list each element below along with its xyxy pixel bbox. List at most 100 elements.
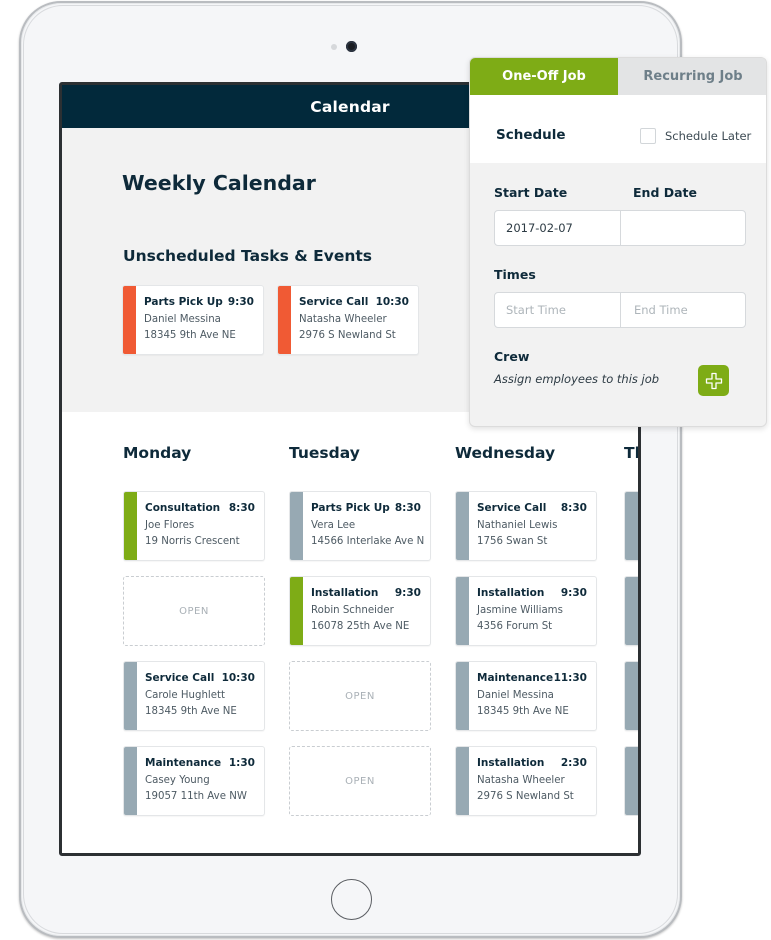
customer-name: Daniel Messina — [477, 690, 554, 701]
job-type: Service Call — [477, 502, 547, 514]
open-slot[interactable]: OPEN — [289, 746, 431, 816]
job-type: Parts Pick Up — [144, 296, 223, 308]
tab-recurring-job[interactable]: Recurring Job — [618, 58, 766, 95]
job-card-header: Installation 9:30 — [477, 586, 587, 600]
status-stripe — [456, 747, 469, 815]
status-stripe — [124, 662, 137, 730]
schedule-later-option[interactable]: Schedule Later — [640, 128, 751, 144]
camera-sensor-icon — [331, 44, 337, 50]
job-card-body: Installation 9:30 Jasmine Williams 4356 For… — [477, 586, 587, 635]
page-title: Weekly Calendar — [122, 171, 316, 195]
job-card-body: Service Call 8:30 Nathaniel Lewis 1756 Swan… — [477, 501, 587, 550]
times-label: Times — [494, 267, 536, 282]
customer-name: Natasha Wheeler — [299, 314, 387, 325]
job-time: 9:30 — [227, 296, 254, 308]
customer-name: Robin Schneider — [311, 605, 394, 616]
job-card-header: Service Call 8:30 — [477, 501, 587, 515]
customer-name: Natasha Wheeler — [477, 775, 565, 786]
job-panel: One-Off Job Recurring Job Schedule Sched… — [469, 57, 767, 427]
customer-name: Carole Hughlett — [145, 690, 226, 701]
job-card-body: Service Call 10:30 Carole Hughlett 18345 9t… — [145, 671, 255, 720]
job-card-header: Service Call 10:30 — [145, 671, 255, 685]
job-type: Service Call — [145, 672, 215, 684]
day-column: Th — [624, 444, 638, 816]
job-card[interactable]: Maintenance 1:30 Casey Young 19057 11th Ave… — [123, 746, 265, 816]
status-stripe — [456, 662, 469, 730]
customer-address: 19057 11th Ave NW — [145, 791, 247, 802]
job-time: 11:30 — [553, 672, 587, 684]
job-card-body: Installation 9:30 Robin Schneider 16078 25t… — [311, 586, 421, 635]
unscheduled-title: Unscheduled Tasks & Events — [123, 247, 373, 265]
job-time: 2:30 — [560, 757, 587, 769]
job-card-body: Maintenance 1:30 Casey Young 19057 11th Ave… — [145, 756, 255, 805]
job-card[interactable]: Consultation 8:30 Joe Flores 19 Norris Cres… — [123, 491, 265, 561]
job-card-body: Maintenance 11:30 Daniel Messina 18345 9th … — [477, 671, 587, 720]
job-card[interactable]: Installation 2:30 Natasha Wheeler 2976 S Ne… — [455, 746, 597, 816]
job-card-header: Consultation 8:30 — [145, 501, 255, 515]
day-column: Monday Consultation 8:30 Joe Flores 19 Norri… — [123, 444, 265, 816]
status-stripe — [625, 747, 638, 815]
status-stripe — [456, 577, 469, 645]
day-column: Tuesday Parts Pick Up 8:30 Vera Lee 14566 In… — [289, 444, 431, 816]
job-card[interactable]: Service Call 10:30 Natasha Wheeler 2976 S N… — [277, 285, 419, 355]
status-stripe — [625, 662, 638, 730]
job-type: Service Call — [299, 296, 369, 308]
job-card-body: Consultation 8:30 Joe Flores 19 Norris Cres… — [145, 501, 255, 550]
job-card[interactable]: Service Call 10:30 Carole Hughlett 18345 9t… — [123, 661, 265, 731]
camera-icon — [346, 41, 357, 52]
job-card[interactable] — [624, 576, 638, 646]
day-slots — [624, 491, 638, 816]
schedule-later-checkbox[interactable] — [640, 128, 656, 144]
day-name: Tuesday — [289, 444, 360, 462]
end-date-input[interactable] — [620, 211, 745, 245]
job-type: Installation — [477, 587, 545, 599]
schedule-row: Schedule Schedule Later — [470, 95, 766, 163]
job-time: 8:30 — [560, 502, 587, 514]
start-time-input[interactable] — [495, 293, 620, 327]
customer-address: 18345 9th Ave NE — [144, 330, 236, 341]
job-card[interactable]: Installation 9:30 Jasmine Williams 4356 For… — [455, 576, 597, 646]
plus-icon — [705, 372, 722, 389]
customer-name: Joe Flores — [145, 520, 195, 531]
header-title: Calendar — [310, 97, 390, 116]
add-crew-button[interactable] — [698, 365, 729, 396]
day-name: Wednesday — [455, 444, 556, 462]
job-card[interactable] — [624, 661, 638, 731]
schedule-label: Schedule — [496, 127, 566, 143]
day-column: Wednesday Service Call 8:30 Nathaniel Lewis… — [455, 444, 597, 816]
crew-label: Crew — [494, 349, 530, 364]
job-time: 8:30 — [394, 502, 421, 514]
job-card[interactable]: Service Call 8:30 Nathaniel Lewis 1756 Swan… — [455, 491, 597, 561]
open-slot[interactable]: OPEN — [123, 576, 265, 646]
job-type-tabs: One-Off Job Recurring Job — [470, 58, 766, 95]
job-card-header: Maintenance 11:30 — [477, 671, 587, 685]
status-stripe — [124, 747, 137, 815]
open-slot[interactable]: OPEN — [289, 661, 431, 731]
job-card[interactable]: Installation 9:30 Robin Schneider 16078 25t… — [289, 576, 431, 646]
job-card[interactable]: Parts Pick Up 8:30 Vera Lee 14566 Interlake… — [289, 491, 431, 561]
job-card-header: Parts Pick Up 8:30 — [311, 501, 421, 515]
job-type: Installation — [477, 757, 545, 769]
job-time: 9:30 — [560, 587, 587, 599]
tab-one-off-job[interactable]: One-Off Job — [470, 58, 618, 95]
customer-name: Daniel Messina — [144, 314, 221, 325]
customer-address: 14566 Interlake Ave N — [311, 536, 425, 547]
job-type: Parts Pick Up — [311, 502, 390, 514]
status-stripe — [290, 492, 303, 560]
job-card[interactable] — [624, 491, 638, 561]
job-type: Consultation — [145, 502, 221, 514]
job-card-header: Installation 9:30 — [311, 586, 421, 600]
status-stripe — [123, 286, 136, 354]
status-stripe — [278, 286, 291, 354]
start-date-input[interactable] — [495, 211, 620, 245]
job-card[interactable]: Parts Pick Up 9:30 Daniel Messina 18345 9th… — [122, 285, 264, 355]
start-date-label: Start Date — [494, 185, 568, 200]
job-card[interactable]: Maintenance 11:30 Daniel Messina 18345 9th … — [455, 661, 597, 731]
job-time: 10:30 — [375, 296, 409, 308]
end-time-input[interactable] — [620, 293, 745, 327]
date-range-input — [494, 210, 746, 246]
job-card[interactable] — [624, 746, 638, 816]
customer-name: Casey Young — [145, 775, 210, 786]
home-button[interactable] — [331, 879, 372, 920]
schedule-later-label: Schedule Later — [665, 129, 752, 143]
